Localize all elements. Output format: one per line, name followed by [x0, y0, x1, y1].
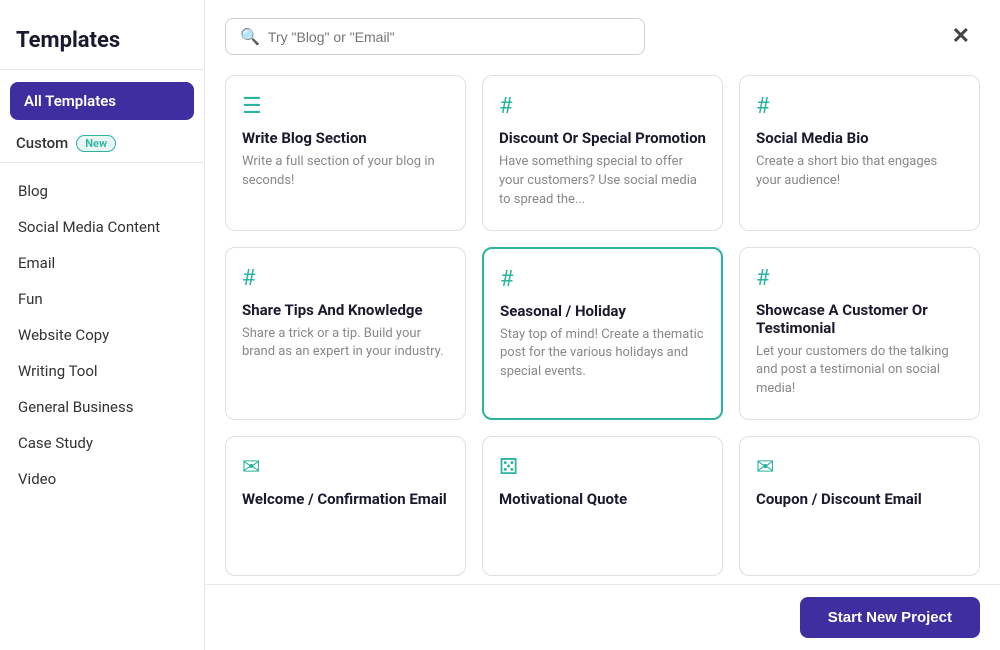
card-icon-showcase-customer-testimonial: # [756, 266, 963, 291]
card-discount-or-special-promotion[interactable]: # Discount Or Special Promotion Have somet… [482, 75, 723, 231]
custom-label: Custom [16, 134, 68, 152]
card-title-motivational-quote: Motivational Quote [499, 490, 706, 508]
sidebar-item-video[interactable]: Video [0, 461, 204, 497]
card-icon-coupon-discount-email: ✉ [756, 455, 963, 480]
sidebar-item-fun[interactable]: Fun [0, 281, 204, 317]
card-title-welcome-confirmation-email: Welcome / Confirmation Email [242, 490, 449, 508]
sidebar-item-case-study[interactable]: Case Study [0, 425, 204, 461]
sidebar-title: Templates [0, 0, 204, 70]
card-desc-social-media-bio: Create a short bio that engages your aud… [756, 153, 963, 191]
search-icon: 🔍 [240, 27, 260, 46]
card-title-coupon-discount-email: Coupon / Discount Email [756, 490, 963, 508]
card-share-tips-and-knowledge[interactable]: # Share Tips And Knowledge Share a trick o… [225, 247, 466, 421]
card-coupon-discount-email[interactable]: ✉ Coupon / Discount Email [739, 436, 980, 576]
card-icon-seasonal-holiday: # [500, 267, 705, 292]
search-bar[interactable]: 🔍 [225, 18, 645, 55]
card-desc-discount-or-special-promotion: Have something special to offer your cus… [499, 153, 706, 210]
card-title-showcase-customer-testimonial: Showcase A Customer Or Testimonial [756, 301, 963, 337]
card-icon-social-media-bio: # [756, 94, 963, 119]
main-header: 🔍 ✕ [205, 0, 1000, 65]
main-content: 🔍 ✕ ☰ Write Blog Section Write a full sect… [205, 0, 1000, 650]
card-title-discount-or-special-promotion: Discount Or Special Promotion [499, 129, 706, 147]
sidebar-item-website-copy[interactable]: Website Copy [0, 317, 204, 353]
card-welcome-confirmation-email[interactable]: ✉ Welcome / Confirmation Email [225, 436, 466, 576]
card-social-media-bio[interactable]: # Social Media Bio Create a short bio that… [739, 75, 980, 231]
card-title-seasonal-holiday: Seasonal / Holiday [500, 302, 705, 320]
sidebar-item-writing-tool[interactable]: Writing Tool [0, 353, 204, 389]
card-icon-share-tips-and-knowledge: # [242, 266, 449, 291]
cards-area: ☰ Write Blog Section Write a full section … [205, 65, 1000, 650]
card-icon-write-blog-section: ☰ [242, 94, 449, 119]
card-desc-share-tips-and-knowledge: Share a trick or a tip. Build your brand… [242, 325, 449, 363]
card-title-share-tips-and-knowledge: Share Tips And Knowledge [242, 301, 449, 319]
sidebar-item-social-media-content[interactable]: Social Media Content [0, 209, 204, 245]
card-icon-discount-or-special-promotion: # [499, 94, 706, 119]
card-write-blog-section[interactable]: ☰ Write Blog Section Write a full section … [225, 75, 466, 231]
sidebar-item-blog[interactable]: Blog [0, 173, 204, 209]
sidebar-item-email[interactable]: Email [0, 245, 204, 281]
start-new-project-button[interactable]: Start New Project [800, 597, 980, 638]
card-seasonal-holiday[interactable]: # Seasonal / Holiday Stay top of mind! Cre… [482, 247, 723, 421]
card-motivational-quote[interactable]: ⚄ Motivational Quote [482, 436, 723, 576]
card-showcase-customer-testimonial[interactable]: # Showcase A Customer Or Testimonial Let y… [739, 247, 980, 421]
card-title-social-media-bio: Social Media Bio [756, 129, 963, 147]
bottom-bar: Start New Project [205, 584, 1000, 650]
sidebar-nav: BlogSocial Media ContentEmailFunWebsite … [0, 163, 204, 507]
all-templates-button[interactable]: All Templates [10, 82, 194, 120]
cards-grid: ☰ Write Blog Section Write a full section … [225, 75, 980, 576]
card-desc-write-blog-section: Write a full section of your blog in sec… [242, 153, 449, 191]
custom-row: Custom New [0, 128, 204, 163]
search-input[interactable] [268, 29, 630, 45]
close-button[interactable]: ✕ [942, 20, 980, 53]
new-badge: New [76, 135, 116, 152]
card-title-write-blog-section: Write Blog Section [242, 129, 449, 147]
card-desc-showcase-customer-testimonial: Let your customers do the talking and po… [756, 343, 963, 400]
sidebar-item-general-business[interactable]: General Business [0, 389, 204, 425]
card-icon-motivational-quote: ⚄ [499, 455, 706, 480]
sidebar: Templates All Templates Custom New BlogS… [0, 0, 205, 650]
card-desc-seasonal-holiday: Stay top of mind! Create a thematic post… [500, 326, 705, 383]
card-icon-welcome-confirmation-email: ✉ [242, 455, 449, 480]
